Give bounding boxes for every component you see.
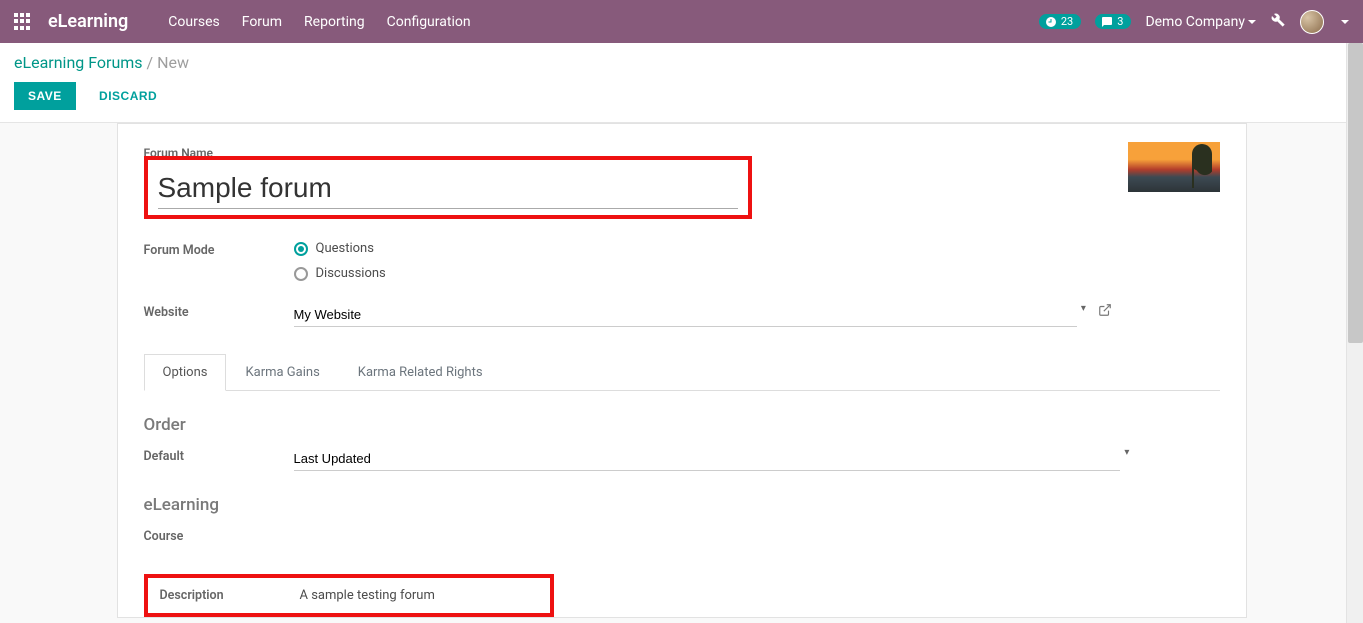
nav-configuration[interactable]: Configuration bbox=[387, 14, 471, 30]
description-label: Description bbox=[160, 588, 300, 603]
default-sort-field[interactable] bbox=[294, 447, 1121, 471]
external-link-icon[interactable] bbox=[1098, 303, 1112, 321]
name-highlight bbox=[144, 156, 752, 219]
brand: eLearning bbox=[48, 11, 128, 32]
default-sort-label: Default bbox=[144, 447, 294, 464]
nav-reporting[interactable]: Reporting bbox=[304, 14, 365, 30]
tab-options[interactable]: Options bbox=[144, 354, 227, 391]
mode-option-questions[interactable]: Questions bbox=[294, 241, 386, 256]
mode-options: Questions Discussions bbox=[294, 241, 386, 291]
activities-pill[interactable]: 23 bbox=[1039, 14, 1081, 29]
elearning-section-title: eLearning bbox=[144, 495, 1220, 515]
messages-pill[interactable]: 3 bbox=[1095, 14, 1131, 29]
mode-label: Forum Mode bbox=[144, 241, 294, 258]
clock-icon bbox=[1045, 16, 1057, 28]
form-sheet: Forum Name Forum Mode Questions Discussi… bbox=[117, 123, 1247, 618]
top-nav: Courses Forum Reporting Configuration bbox=[168, 14, 470, 30]
radio-questions[interactable] bbox=[294, 242, 308, 256]
user-caret-icon bbox=[1341, 20, 1349, 24]
name-group: Forum Name bbox=[144, 146, 1220, 219]
topbar-right: 23 3 Demo Company bbox=[1039, 10, 1349, 34]
wrench-icon bbox=[1270, 12, 1286, 28]
topbar: eLearning Courses Forum Reporting Config… bbox=[0, 0, 1363, 43]
cover-image[interactable] bbox=[1128, 142, 1220, 192]
sheet-container: Forum Name Forum Mode Questions Discussi… bbox=[0, 123, 1363, 618]
nav-courses[interactable]: Courses bbox=[168, 14, 219, 30]
course-label: Course bbox=[144, 527, 294, 544]
scrollbar[interactable] bbox=[1346, 43, 1363, 623]
apps-icon[interactable] bbox=[14, 13, 32, 31]
radio-discussions[interactable] bbox=[294, 267, 308, 281]
tab-karma-rights[interactable]: Karma Related Rights bbox=[339, 354, 502, 391]
mode-row: Forum Mode Questions Discussions bbox=[144, 241, 1220, 291]
website-label: Website bbox=[144, 303, 294, 320]
description-value: A sample testing forum bbox=[300, 588, 435, 603]
nav-forum[interactable]: Forum bbox=[242, 14, 282, 30]
chat-icon bbox=[1101, 16, 1113, 28]
breadcrumb-root[interactable]: eLearning Forums bbox=[14, 53, 143, 72]
dropdown-caret-icon[interactable]: ▾ bbox=[1077, 303, 1090, 314]
default-sort-row: Default ▾ bbox=[144, 447, 1134, 471]
control-panel: eLearning Forums / New SAVE DISCARD bbox=[0, 43, 1363, 123]
action-buttons: SAVE DISCARD bbox=[14, 82, 1349, 110]
save-button[interactable]: SAVE bbox=[14, 82, 76, 110]
mode-option-discussions[interactable]: Discussions bbox=[294, 266, 386, 281]
debug-menu[interactable] bbox=[1270, 12, 1286, 32]
description-highlight: Description A sample testing forum bbox=[144, 574, 554, 617]
website-field[interactable] bbox=[294, 303, 1077, 327]
breadcrumb-leaf: New bbox=[157, 53, 189, 72]
chevron-down-icon bbox=[1248, 20, 1256, 24]
company-switcher[interactable]: Demo Company bbox=[1145, 14, 1256, 30]
tab-karma-gains[interactable]: Karma Gains bbox=[226, 354, 338, 391]
default-caret-icon[interactable]: ▾ bbox=[1120, 447, 1133, 458]
forum-name-input[interactable] bbox=[158, 170, 738, 209]
discard-button[interactable]: DISCARD bbox=[85, 82, 171, 110]
scrollbar-thumb[interactable] bbox=[1348, 43, 1363, 343]
activities-count: 23 bbox=[1061, 15, 1073, 28]
tabs: Options Karma Gains Karma Related Rights bbox=[144, 353, 1220, 391]
avatar[interactable] bbox=[1300, 10, 1324, 34]
order-section-title: Order bbox=[144, 415, 1220, 435]
website-row: Website ▾ bbox=[144, 303, 1112, 327]
breadcrumb: eLearning Forums / New bbox=[14, 53, 1349, 72]
breadcrumb-sep: / bbox=[147, 53, 158, 72]
messages-count: 3 bbox=[1117, 15, 1123, 28]
course-row: Course bbox=[144, 527, 1220, 544]
